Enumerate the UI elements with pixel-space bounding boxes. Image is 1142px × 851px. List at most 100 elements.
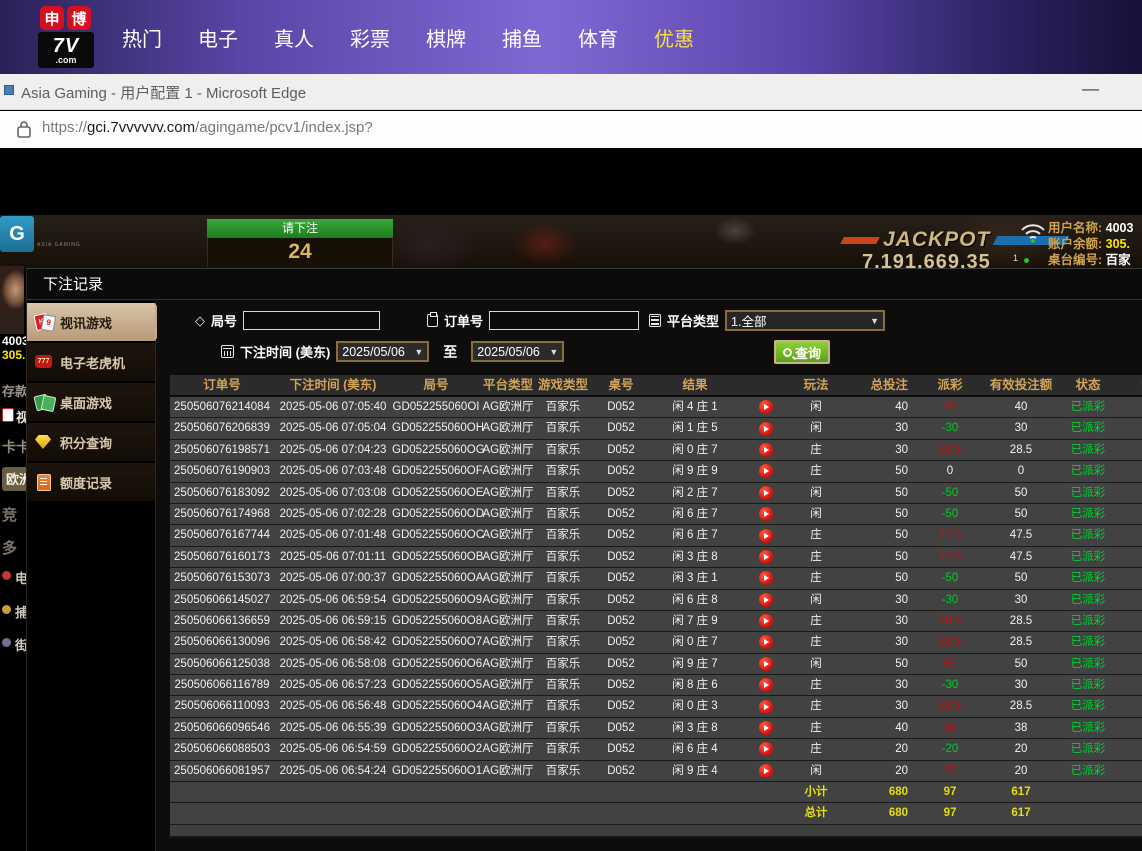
nav-menu-item[interactable]: 体育 [578, 23, 618, 52]
time-cell: 2025-05-06 06:59:54 [274, 590, 392, 610]
jackpot-orange-slash [840, 237, 880, 244]
valid-bet-cell: 28.5 [982, 696, 1060, 716]
status-cell: 已派彩 [1060, 761, 1116, 781]
sidebar-item[interactable]: 积分查询 [27, 423, 155, 461]
play-icon [764, 725, 769, 731]
table-row: 250506076153073 2025-05-06 07:00:37 GD05… [170, 568, 1142, 589]
table-number-cell: D052 [590, 461, 652, 481]
table-number-cell: D052 [590, 547, 652, 567]
play-button[interactable] [759, 721, 773, 735]
replay-cell [738, 461, 794, 481]
round-input[interactable] [243, 311, 380, 330]
sidebar-item[interactable]: 桌面游戏 [27, 383, 155, 421]
replay-cell [738, 611, 794, 631]
minimize-button[interactable]: — [1082, 79, 1099, 99]
play-button[interactable] [759, 464, 773, 478]
play-button[interactable] [759, 635, 773, 649]
sidebar-item[interactable]: 额度记录 [27, 463, 155, 501]
payout-cell: 50 [918, 654, 982, 674]
play-button[interactable] [759, 657, 773, 671]
valid-bet-cell: 30 [982, 590, 1060, 610]
play-icon [764, 490, 769, 496]
order-cell: 250506076190903 [170, 461, 274, 481]
platform-select[interactable]: 1.全部 ▼ [725, 310, 885, 331]
account-user-row: 用户名称: 4003 [1048, 220, 1133, 236]
nav-menu-item[interactable]: 真人 [274, 23, 314, 52]
order-label: 订单号 [444, 311, 483, 330]
status-cell: 已派彩 [1060, 440, 1116, 460]
subtotal-payout: 97 [918, 782, 982, 802]
play-button[interactable] [759, 422, 773, 436]
total-bet-cell: 50 [838, 525, 918, 545]
play-button[interactable] [759, 571, 773, 585]
table-row: 250506066096546 2025-05-06 06:55:39 GD05… [170, 718, 1142, 739]
background-text-fragment: 存款 [2, 381, 28, 400]
play-button[interactable] [759, 507, 773, 521]
sidebar-item[interactable]: 电子老虎机 [27, 343, 155, 381]
nav-menu-item[interactable]: 棋牌 [426, 23, 466, 52]
play-button[interactable] [759, 486, 773, 500]
game-type-cell: 百家乐 [536, 675, 590, 695]
table-header-cell: 局号 [392, 375, 480, 395]
play-button[interactable] [759, 764, 773, 778]
nav-menu-item[interactable]: 热门 [122, 23, 162, 52]
play-button[interactable] [759, 678, 773, 692]
game-extra-cell [1116, 525, 1142, 545]
play-button[interactable] [759, 742, 773, 756]
nav-menu-item[interactable]: 捕鱼 [502, 23, 542, 52]
valid-bet-cell: 30 [982, 675, 1060, 695]
game-type-cell: 百家乐 [536, 654, 590, 674]
replay-cell [738, 696, 794, 716]
play-button[interactable] [759, 529, 773, 543]
nav-menu-item[interactable]: 彩票 [350, 23, 390, 52]
replay-cell [738, 418, 794, 438]
replay-cell [738, 525, 794, 545]
date-from-select[interactable]: 2025/05/06 ▼ [336, 341, 429, 362]
search-button[interactable]: 查询 [774, 340, 830, 364]
play-type-cell: 庄 [794, 739, 838, 759]
nav-menu-item[interactable]: 电子 [198, 23, 238, 52]
logo-badge-right: 博 [67, 6, 91, 30]
total-bet-cell: 30 [838, 632, 918, 652]
total-bet-cell: 30 [838, 590, 918, 610]
url-text[interactable]: https://gci.7vvvvvv.com/agingame/pcv1/in… [42, 119, 373, 136]
platform-cell: AG欧洲厅 [480, 696, 536, 716]
sidebar-item[interactable]: 视讯游戏 [27, 303, 155, 341]
bet-prompt: 请下注 [207, 219, 393, 238]
total-label: 总计 [794, 803, 838, 823]
nav-menu-item[interactable]: 优惠 [654, 23, 694, 52]
result-cell: 闲 9 庄 7 [652, 654, 738, 674]
table-row: 250506066116789 2025-05-06 06:57:23 GD05… [170, 675, 1142, 696]
bet-records-panel: 下注记录 视讯游戏 电子老虎机 桌面游戏 积分查询 额度记录 [26, 268, 1142, 851]
play-button[interactable] [759, 443, 773, 457]
date-to-select[interactable]: 2025/05/06 ▼ [471, 341, 564, 362]
play-button[interactable] [759, 614, 773, 628]
play-button[interactable] [759, 700, 773, 714]
play-button[interactable] [759, 550, 773, 564]
total-valid: 617 [982, 803, 1060, 823]
table-row: 250506076198571 2025-05-06 07:04:23 GD05… [170, 440, 1142, 461]
order-cell: 250506066116789 [170, 675, 274, 695]
result-cell: 闲 7 庄 9 [652, 611, 738, 631]
game-type-cell: 百家乐 [536, 483, 590, 503]
browser-urlbar[interactable]: https://gci.7vvvvvv.com/agingame/pcv1/in… [0, 111, 1142, 148]
payout-cell: 20 [918, 761, 982, 781]
play-type-cell: 闲 [794, 418, 838, 438]
table-number-cell: D052 [590, 739, 652, 759]
time-cell: 2025-05-06 06:58:08 [274, 654, 392, 674]
payout-cell: -50 [918, 504, 982, 524]
subtotal-row: 小计 680 97 617 [170, 782, 1142, 803]
order-cell: 250506076167744 [170, 525, 274, 545]
round-cell: GD052255060OG [392, 440, 480, 460]
table-number-cell: D052 [590, 611, 652, 631]
order-cell: 250506076174968 [170, 504, 274, 524]
status-cell: 已派彩 [1060, 525, 1116, 545]
table-number-cell: D052 [590, 761, 652, 781]
result-cell: 闲 1 庄 5 [652, 418, 738, 438]
game-extra-cell [1116, 675, 1142, 695]
play-button[interactable] [759, 593, 773, 607]
order-cell: 250506076214084 [170, 397, 274, 417]
time-cell: 2025-05-06 07:05:40 [274, 397, 392, 417]
play-button[interactable] [759, 400, 773, 414]
order-input[interactable] [489, 311, 639, 330]
